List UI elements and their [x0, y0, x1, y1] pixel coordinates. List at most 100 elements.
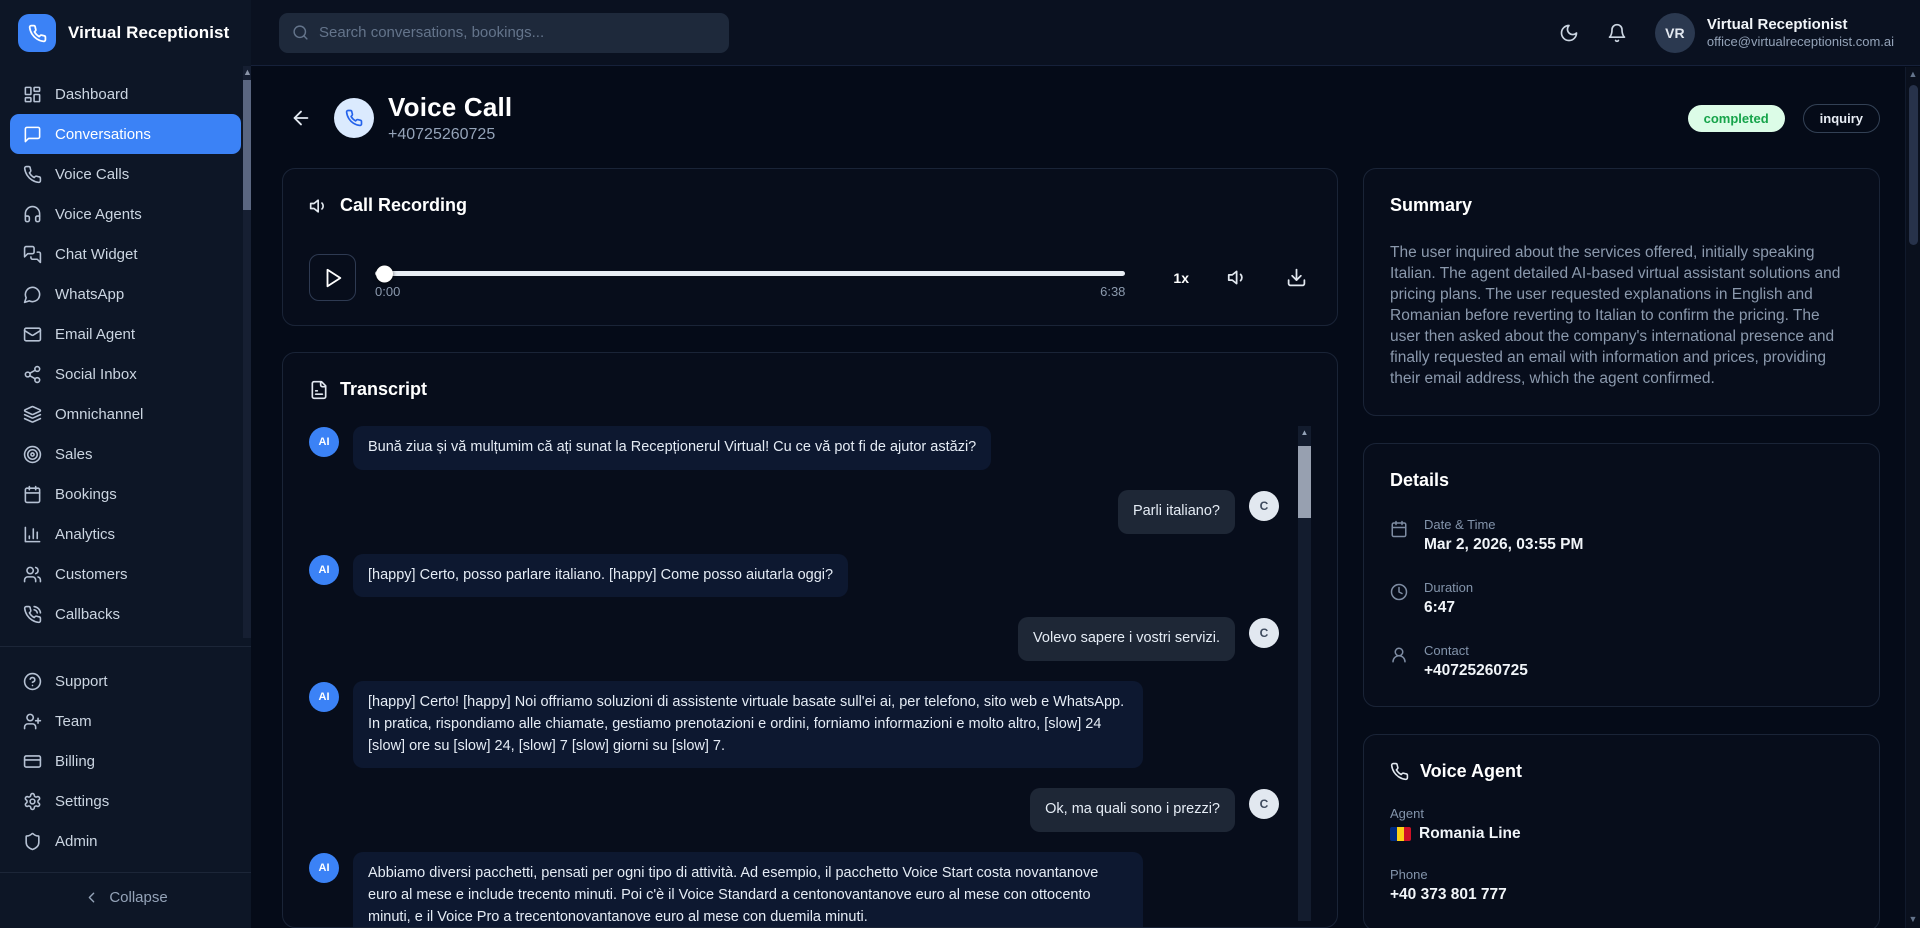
page-title: Voice Call [388, 92, 512, 123]
shield-icon [23, 832, 42, 851]
user-name: Virtual Receptionist [1707, 16, 1894, 33]
message-bubble: [happy] Certo! [happy] Noi offriamo solu… [353, 681, 1143, 768]
status-badge-inquiry: inquiry [1803, 104, 1880, 133]
sidebar-item-email-agent[interactable]: Email Agent [10, 314, 241, 354]
page-scrollbar-thumb[interactable] [1909, 85, 1918, 245]
sidebar-item-chat-widget[interactable]: Chat Widget [10, 234, 241, 274]
detail-label: Date & Time [1424, 517, 1583, 532]
collapse-button[interactable]: Collapse [83, 889, 167, 906]
detail-label: Contact [1424, 643, 1528, 658]
column-right: Summary The user inquired about the serv… [1363, 168, 1880, 928]
seek-slider[interactable] [375, 271, 1125, 276]
transcript-card: Transcript AIBună ziua și vă mulțumim că… [282, 352, 1338, 928]
back-button[interactable] [290, 107, 312, 129]
sidebar-item-team[interactable]: Team [10, 701, 241, 741]
chat-widget-icon [23, 245, 42, 264]
play-icon [322, 267, 344, 289]
columns: Call Recording 0:00 6:38 [282, 168, 1880, 928]
caller-avatar: C [1249, 491, 1279, 521]
summary-card: Summary The user inquired about the serv… [1363, 168, 1880, 416]
sidebar-item-billing[interactable]: Billing [10, 741, 241, 781]
sidebar-item-admin[interactable]: Admin [10, 821, 241, 861]
sidebar-item-callbacks[interactable]: Callbacks [10, 594, 241, 634]
sidebar-item-label: Analytics [55, 526, 115, 543]
calendar-icon [1390, 520, 1408, 538]
sidebar-scrollbar[interactable]: ▲ [243, 66, 251, 638]
scroll-up-icon[interactable]: ▲ [1906, 67, 1920, 81]
agent-phone-label: Phone [1390, 867, 1853, 882]
detail-row-contact: Contact+40725260725 [1390, 643, 1853, 680]
sidebar-item-label: Admin [55, 833, 98, 850]
scroll-down-icon[interactable]: ▼ [1906, 912, 1920, 926]
conversations-icon [23, 125, 42, 144]
search-box[interactable] [279, 13, 729, 53]
ai-avatar: AI [309, 555, 339, 585]
bar-chart-icon [23, 525, 42, 544]
dark-mode-toggle[interactable] [1559, 23, 1579, 43]
sidebar-item-dashboard[interactable]: Dashboard [10, 74, 241, 114]
ai-avatar: AI [309, 427, 339, 457]
search-input[interactable] [319, 24, 716, 41]
arrow-left-icon [290, 107, 312, 129]
moon-icon [1559, 23, 1579, 43]
sidebar-item-label: Settings [55, 793, 109, 810]
sidebar-item-conversations[interactable]: Conversations [10, 114, 241, 154]
playback-speed-button[interactable]: 1x [1173, 270, 1189, 286]
message-bubble: [happy] Certo, posso parlare italiano. [… [353, 554, 848, 598]
scroll-up-icon[interactable]: ▲ [243, 68, 251, 77]
headphones-icon [23, 205, 42, 224]
help-circle-icon [23, 672, 42, 691]
clock-icon [1390, 583, 1408, 601]
settings-icon [23, 792, 42, 811]
call-phone-icon [334, 98, 374, 138]
transcript-header: Transcript [309, 379, 1311, 400]
transcript-scrollbar[interactable]: ▲ [1298, 426, 1311, 921]
voice-agent-title: Voice Agent [1420, 761, 1522, 782]
sidebar-item-voice-calls[interactable]: Voice Calls [10, 154, 241, 194]
users-icon [23, 565, 42, 584]
message-bubble: Parli italiano? [1118, 490, 1235, 534]
search-icon [292, 24, 309, 41]
sidebar-item-whatsapp[interactable]: WhatsApp [10, 274, 241, 314]
sidebar-item-settings[interactable]: Settings [10, 781, 241, 821]
share-icon [23, 365, 42, 384]
audio-player: 0:00 6:38 1x [309, 254, 1311, 301]
sidebar-item-omnichannel[interactable]: Omnichannel [10, 394, 241, 434]
transcript-scrollbar-thumb[interactable] [1298, 446, 1311, 518]
message-bubble: Volevo sapere i vostri servizi. [1018, 617, 1235, 661]
sidebar-item-analytics[interactable]: Analytics [10, 514, 241, 554]
sidebar-divider [0, 646, 251, 647]
collapse-label: Collapse [109, 889, 167, 906]
user-email: office@virtualreceptionist.com.ai [1707, 34, 1894, 49]
sidebar-item-sales[interactable]: Sales [10, 434, 241, 474]
volume-button[interactable] [1227, 267, 1248, 288]
brand[interactable]: Virtual Receptionist [0, 0, 251, 66]
contact-icon [1390, 646, 1408, 664]
topbar: VR Virtual Receptionist office@virtualre… [251, 0, 1920, 66]
download-button[interactable] [1286, 267, 1307, 288]
sidebar-item-voice-agents[interactable]: Voice Agents [10, 194, 241, 234]
column-left: Call Recording 0:00 6:38 [282, 168, 1338, 928]
sidebar-item-customers[interactable]: Customers [10, 554, 241, 594]
sidebar-item-label: Omnichannel [55, 406, 143, 423]
notifications-button[interactable] [1607, 23, 1627, 43]
seek-slider-thumb[interactable] [376, 265, 393, 282]
sidebar-item-bookings[interactable]: Bookings [10, 474, 241, 514]
sidebar-item-support[interactable]: Support [10, 661, 241, 701]
detail-label: Duration [1424, 580, 1473, 595]
message-bubble: Abbiamo diversi pacchetti, pensati per o… [353, 852, 1143, 927]
message-bubble: Ok, ma quali sono i prezzi? [1030, 788, 1235, 832]
agent-row: Agent Romania Line [1390, 806, 1853, 843]
page-scrollbar[interactable]: ▲ ▼ [1905, 67, 1920, 928]
sidebar-item-social-inbox[interactable]: Social Inbox [10, 354, 241, 394]
sidebar-scrollbar-thumb[interactable] [243, 80, 251, 210]
agent-phone-number: +40 373 801 777 [1390, 886, 1853, 904]
user-menu[interactable]: VR Virtual Receptionist office@virtualre… [1655, 13, 1894, 53]
voice-agent-header: Voice Agent [1390, 761, 1853, 782]
scroll-up-icon[interactable]: ▲ [1298, 426, 1311, 439]
seek-slider-wrap: 0:00 6:38 [375, 271, 1125, 299]
voice-agent-card: Voice Agent Agent Romania Line Phone +40… [1363, 734, 1880, 928]
romania-flag-icon [1390, 827, 1411, 841]
mail-icon [23, 325, 42, 344]
play-button[interactable] [309, 254, 356, 301]
